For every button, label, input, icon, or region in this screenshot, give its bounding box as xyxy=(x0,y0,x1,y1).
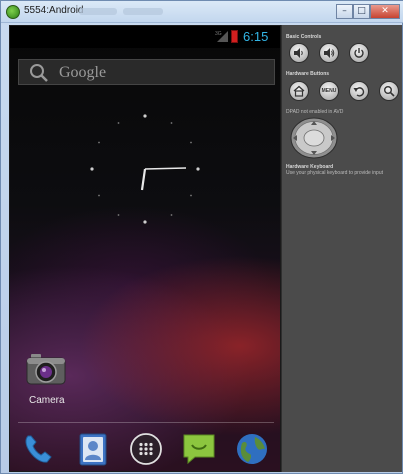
control-panel: Basic Controls Hardware Buttons MENU DPA… xyxy=(281,25,402,472)
title-bar[interactable]: 5554:Android – □ ✕ xyxy=(1,1,403,23)
status-bar: 3G 6:15 xyxy=(10,26,280,48)
svg-text:3G: 3G xyxy=(215,31,222,37)
volume-up-icon xyxy=(324,48,335,58)
back-icon xyxy=(353,87,365,97)
home-icon xyxy=(293,85,305,97)
volume-down-button[interactable] xyxy=(289,43,309,63)
minimize-button[interactable]: – xyxy=(336,4,353,19)
analog-clock-widget[interactable] xyxy=(80,104,210,234)
dpad-note: DPAD not enabled in AVD xyxy=(286,109,344,115)
dock-divider xyxy=(18,422,274,423)
device-screen[interactable]: 3G 6:15 Google Camera xyxy=(9,25,281,472)
android-emulator-icon xyxy=(6,5,20,19)
signal-icon: 3G xyxy=(215,31,228,42)
app-drawer-icon[interactable] xyxy=(127,430,165,468)
back-button[interactable] xyxy=(349,81,369,101)
power-icon xyxy=(354,48,364,58)
google-search-bar[interactable]: Google xyxy=(18,59,275,85)
close-icon: ✕ xyxy=(381,6,389,16)
keyboard-note: Use your physical keyboard to provide in… xyxy=(286,170,383,176)
home-button[interactable] xyxy=(289,81,309,101)
search-button[interactable] xyxy=(379,81,399,101)
contacts-icon[interactable] xyxy=(74,430,112,468)
title-blur-segment xyxy=(79,8,117,15)
messaging-icon[interactable] xyxy=(180,430,218,468)
camera-icon xyxy=(26,354,66,385)
power-button[interactable] xyxy=(349,43,369,63)
browser-icon[interactable] xyxy=(233,430,271,468)
menu-button[interactable]: MENU xyxy=(319,81,339,101)
window-title: 5554:Android xyxy=(24,5,84,16)
close-button[interactable]: ✕ xyxy=(370,4,400,19)
window-controls: – □ ✕ xyxy=(336,4,400,19)
status-time: 6:15 xyxy=(243,29,269,44)
phone-icon[interactable] xyxy=(20,430,58,468)
camera-shortcut[interactable]: Camera xyxy=(26,351,86,411)
camera-label: Camera xyxy=(29,395,65,406)
search-icon xyxy=(384,86,395,97)
emulator-window: 5554:Android – □ ✕ 3G 6:15 Google Camera… xyxy=(0,0,403,474)
dpad-control[interactable] xyxy=(290,117,338,159)
menu-button-label: MENU xyxy=(321,88,337,94)
volume-up-button[interactable] xyxy=(319,43,339,63)
volume-down-icon xyxy=(294,48,303,58)
title-blur-segment xyxy=(123,8,163,15)
hardware-buttons-heading: Hardware Buttons xyxy=(286,71,330,77)
favorites-dock xyxy=(10,426,280,471)
basic-controls-heading: Basic Controls xyxy=(286,34,322,40)
search-icon xyxy=(30,64,48,82)
maximize-button[interactable]: □ xyxy=(353,4,370,19)
battery-icon xyxy=(231,30,238,43)
search-label: Google xyxy=(59,64,107,81)
maximize-icon: □ xyxy=(357,6,366,16)
minimize-icon: – xyxy=(342,6,347,16)
